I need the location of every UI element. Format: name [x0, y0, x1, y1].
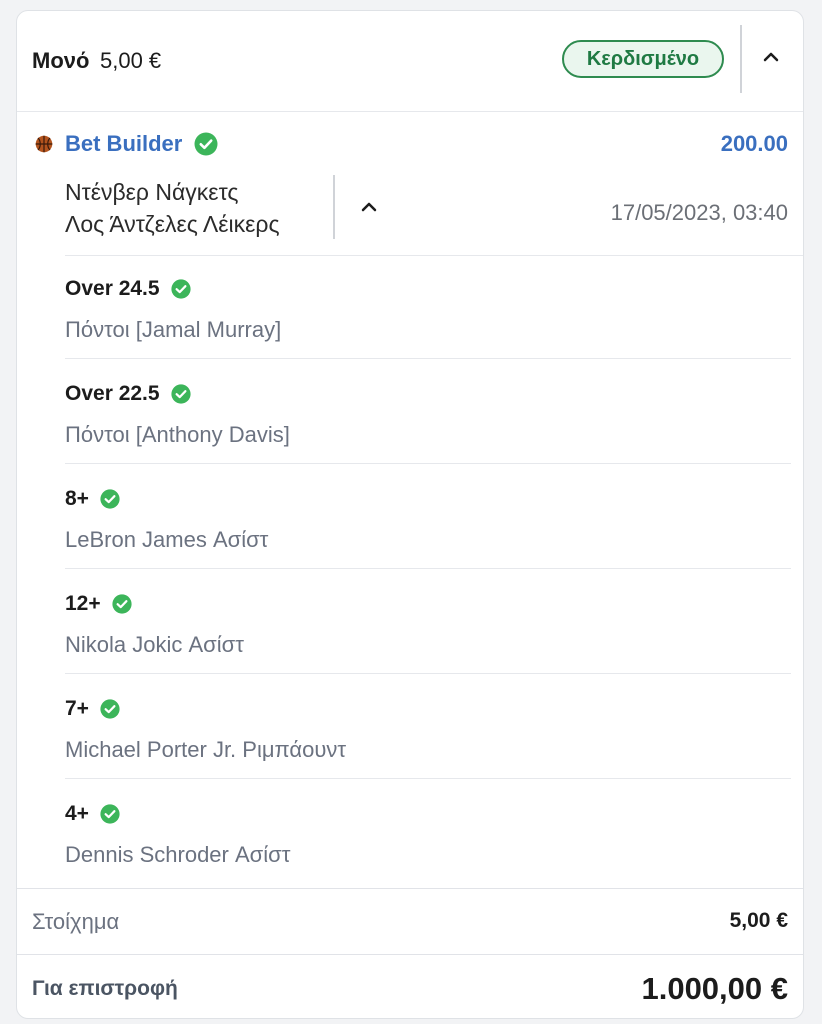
- leg-line: 7+: [65, 697, 89, 720]
- list-item: Over 22.5 Πόντοι [Anthony Davis]: [65, 382, 791, 487]
- chevron-up-icon: [361, 202, 377, 212]
- stake-amount: 5,00 €: [100, 48, 162, 73]
- list-item: 4+ Dennis Schroder Ασίστ: [65, 802, 791, 907]
- leg-market: Nikola Jokic Ασίστ: [65, 632, 244, 657]
- collapse-event-button[interactable]: [357, 195, 381, 219]
- divider: [65, 463, 791, 464]
- leg-market: Michael Porter Jr. Ριμπάουντ: [65, 737, 347, 762]
- divider: [65, 568, 791, 569]
- leg-market: Πόντοι [Jamal Murray]: [65, 317, 282, 342]
- return-label: Για επιστροφή: [32, 977, 178, 1000]
- bet-builder-title: Bet Builder: [65, 131, 183, 156]
- check-circle-icon: [194, 132, 218, 156]
- list-item: 12+ Nikola Jokic Ασίστ: [65, 592, 791, 697]
- bet-header: Μονό 5,00 € Κερδισμένο: [17, 11, 803, 112]
- divider: [65, 255, 803, 256]
- check-circle-icon: [100, 489, 120, 509]
- leg-line: Over 24.5: [65, 277, 160, 300]
- list-item: Over 24.5 Πόντοι [Jamal Murray]: [65, 277, 791, 382]
- check-circle-icon: [100, 699, 120, 719]
- list-item: 7+ Michael Porter Jr. Ριμπάουντ: [65, 697, 791, 802]
- leg-market: LeBron James Ασίστ: [65, 527, 269, 552]
- check-circle-icon: [170, 384, 191, 404]
- leg-line: 8+: [65, 487, 89, 510]
- chevron-up-icon: [763, 52, 779, 62]
- odds-value: 200.00: [720, 131, 788, 156]
- divider: [17, 888, 803, 889]
- bet-type-label: Μονό: [32, 48, 90, 73]
- event-divider: [333, 175, 335, 239]
- leg-line: 12+: [65, 592, 101, 615]
- bet-slip-card: Μονό 5,00 € Κερδισμένο Bet Builder 200.0…: [16, 10, 804, 1019]
- stake-value: 5,00 €: [729, 909, 788, 932]
- team-home: Ντένβερ Νάγκετς: [65, 179, 239, 205]
- collapse-bet-button[interactable]: [759, 45, 783, 69]
- check-circle-icon: [170, 279, 191, 299]
- status-badge: Κερδισμένο: [562, 40, 724, 78]
- basketball-icon: [35, 135, 53, 153]
- leg-market: Πόντοι [Anthony Davis]: [65, 422, 290, 447]
- check-circle-icon: [112, 594, 132, 614]
- leg-market: Dennis Schroder Ασίστ: [65, 842, 291, 867]
- divider: [17, 954, 803, 955]
- team-away: Λος Άντζελες Λέικερς: [65, 211, 280, 237]
- divider: [65, 778, 791, 779]
- header-divider: [740, 25, 742, 93]
- leg-line: 4+: [65, 802, 89, 825]
- check-circle-icon: [100, 804, 120, 824]
- event-datetime: 17/05/2023, 03:40: [610, 200, 788, 225]
- divider: [65, 358, 791, 359]
- return-value: 1.000,00 €: [641, 971, 788, 1006]
- stake-label: Στοίχημα: [32, 909, 120, 934]
- list-item: 8+ LeBron James Ασίστ: [65, 487, 791, 592]
- leg-line: Over 22.5: [65, 382, 160, 405]
- divider: [65, 673, 791, 674]
